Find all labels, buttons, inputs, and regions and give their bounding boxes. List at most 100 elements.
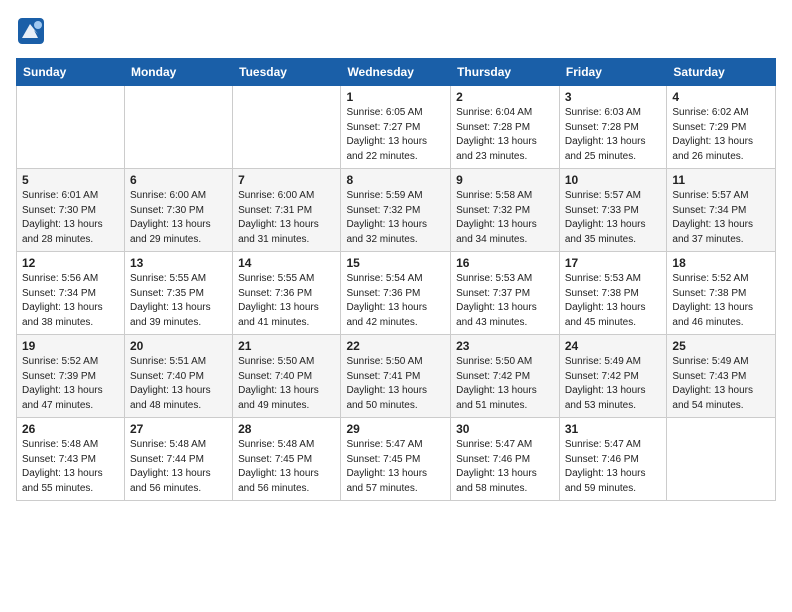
calendar-week-row: 12Sunrise: 5:56 AM Sunset: 7:34 PM Dayli… [17, 252, 776, 335]
day-of-week-header: Tuesday [233, 59, 341, 86]
calendar-day-cell: 25Sunrise: 5:49 AM Sunset: 7:43 PM Dayli… [667, 335, 776, 418]
day-number: 9 [456, 173, 554, 187]
day-of-week-header: Wednesday [341, 59, 451, 86]
calendar-day-cell: 22 Sunrise: 5:50 AM Sunset: 7:41 PM Dayli… [341, 335, 451, 418]
day-number: 26 [22, 422, 119, 436]
day-number: 18 [672, 256, 770, 270]
day-info: Sunrise: 5:55 AM Sunset: 7:36 PM Dayligh… [238, 272, 335, 330]
calendar-day-cell: 23 Sunrise: 5:50 AM Sunset: 7:42 PM Dayli… [451, 335, 560, 418]
calendar-day-cell: 19 Sunrise: 5:52 AM Sunset: 7:39 PM Dayli… [17, 335, 125, 418]
day-number: 8 [346, 173, 445, 187]
calendar-day-cell: 28 Sunrise: 5:48 AM Sunset: 7:45 PM Dayli… [233, 418, 341, 501]
day-info: Sunrise: 5:53 AM Sunset: 7:38 PM Dayligh… [565, 272, 662, 330]
calendar-day-cell: 12Sunrise: 5:56 AM Sunset: 7:34 PM Dayli… [17, 252, 125, 335]
calendar-day-cell: 5 Sunrise: 6:01 AM Sunset: 7:30 PM Daylig… [17, 169, 125, 252]
day-info: Sunrise: 5:48 AM Sunset: 7:44 PM Dayligh… [130, 438, 227, 496]
calendar-day-cell [17, 86, 125, 169]
calendar-day-cell [124, 86, 232, 169]
day-info: Sunrise: 6:05 AM Sunset: 7:27 PM Dayligh… [346, 106, 445, 164]
day-number: 13 [130, 256, 227, 270]
logo [16, 16, 50, 46]
calendar-day-cell: 2Sunrise: 6:04 AM Sunset: 7:28 PM Daylig… [451, 86, 560, 169]
day-info: Sunrise: 5:53 AM Sunset: 7:37 PM Dayligh… [456, 272, 554, 330]
calendar-week-row: 26 Sunrise: 5:48 AM Sunset: 7:43 PM Dayli… [17, 418, 776, 501]
calendar-day-cell: 29 Sunrise: 5:47 AM Sunset: 7:45 PM Dayli… [341, 418, 451, 501]
calendar-day-cell: 18 Sunrise: 5:52 AM Sunset: 7:38 PM Dayli… [667, 252, 776, 335]
day-info: Sunrise: 6:00 AM Sunset: 7:30 PM Dayligh… [130, 189, 227, 247]
day-info: Sunrise: 6:03 AM Sunset: 7:28 PM Dayligh… [565, 106, 662, 164]
calendar-day-cell [233, 86, 341, 169]
day-number: 5 [22, 173, 119, 187]
calendar-day-cell: 3 Sunrise: 6:03 AM Sunset: 7:28 PM Daylig… [559, 86, 667, 169]
day-of-week-header: Monday [124, 59, 232, 86]
day-number: 3 [565, 90, 662, 104]
day-info: Sunrise: 5:58 AM Sunset: 7:32 PM Dayligh… [456, 189, 554, 247]
calendar-day-cell: 11 Sunrise: 5:57 AM Sunset: 7:34 PM Dayli… [667, 169, 776, 252]
day-info: Sunrise: 5:59 AM Sunset: 7:32 PM Dayligh… [346, 189, 445, 247]
calendar-day-cell: 26 Sunrise: 5:48 AM Sunset: 7:43 PM Dayli… [17, 418, 125, 501]
day-number: 4 [672, 90, 770, 104]
page-header [16, 16, 776, 46]
day-number: 23 [456, 339, 554, 353]
calendar-day-cell: 8 Sunrise: 5:59 AM Sunset: 7:32 PM Daylig… [341, 169, 451, 252]
day-number: 14 [238, 256, 335, 270]
day-info: Sunrise: 5:47 AM Sunset: 7:46 PM Dayligh… [565, 438, 662, 496]
day-info: Sunrise: 5:48 AM Sunset: 7:43 PM Dayligh… [22, 438, 119, 496]
day-of-week-header: Friday [559, 59, 667, 86]
day-info: Sunrise: 5:52 AM Sunset: 7:38 PM Dayligh… [672, 272, 770, 330]
calendar-day-cell: 14 Sunrise: 5:55 AM Sunset: 7:36 PM Dayli… [233, 252, 341, 335]
day-info: Sunrise: 5:57 AM Sunset: 7:34 PM Dayligh… [672, 189, 770, 247]
calendar-day-cell: 31 Sunrise: 5:47 AM Sunset: 7:46 PM Dayli… [559, 418, 667, 501]
day-number: 27 [130, 422, 227, 436]
day-info: Sunrise: 5:47 AM Sunset: 7:46 PM Dayligh… [456, 438, 554, 496]
day-info: Sunrise: 5:49 AM Sunset: 7:43 PM Dayligh… [672, 355, 770, 413]
day-info: Sunrise: 6:00 AM Sunset: 7:31 PM Dayligh… [238, 189, 335, 247]
day-number: 15 [346, 256, 445, 270]
day-of-week-header: Saturday [667, 59, 776, 86]
calendar-day-cell: 13 Sunrise: 5:55 AM Sunset: 7:35 PM Dayli… [124, 252, 232, 335]
day-info: Sunrise: 5:55 AM Sunset: 7:35 PM Dayligh… [130, 272, 227, 330]
day-number: 16 [456, 256, 554, 270]
day-info: Sunrise: 6:04 AM Sunset: 7:28 PM Dayligh… [456, 106, 554, 164]
day-info: Sunrise: 5:49 AM Sunset: 7:42 PM Dayligh… [565, 355, 662, 413]
day-number: 1 [346, 90, 445, 104]
calendar-day-cell [667, 418, 776, 501]
day-of-week-header: Sunday [17, 59, 125, 86]
day-number: 7 [238, 173, 335, 187]
day-number: 31 [565, 422, 662, 436]
calendar-day-cell: 21 Sunrise: 5:50 AM Sunset: 7:40 PM Dayli… [233, 335, 341, 418]
calendar-day-cell: 24Sunrise: 5:49 AM Sunset: 7:42 PM Dayli… [559, 335, 667, 418]
calendar-day-cell: 4Sunrise: 6:02 AM Sunset: 7:29 PM Daylig… [667, 86, 776, 169]
calendar-day-cell: 16 Sunrise: 5:53 AM Sunset: 7:37 PM Dayli… [451, 252, 560, 335]
day-info: Sunrise: 6:01 AM Sunset: 7:30 PM Dayligh… [22, 189, 119, 247]
day-number: 20 [130, 339, 227, 353]
day-number: 6 [130, 173, 227, 187]
day-info: Sunrise: 5:50 AM Sunset: 7:41 PM Dayligh… [346, 355, 445, 413]
calendar-day-cell: 7 Sunrise: 6:00 AM Sunset: 7:31 PM Daylig… [233, 169, 341, 252]
calendar-day-cell: 20Sunrise: 5:51 AM Sunset: 7:40 PM Dayli… [124, 335, 232, 418]
day-number: 11 [672, 173, 770, 187]
day-number: 19 [22, 339, 119, 353]
calendar-week-row: 19 Sunrise: 5:52 AM Sunset: 7:39 PM Dayli… [17, 335, 776, 418]
day-info: Sunrise: 5:48 AM Sunset: 7:45 PM Dayligh… [238, 438, 335, 496]
day-info: Sunrise: 5:47 AM Sunset: 7:45 PM Dayligh… [346, 438, 445, 496]
calendar-day-cell: 17Sunrise: 5:53 AM Sunset: 7:38 PM Dayli… [559, 252, 667, 335]
day-info: Sunrise: 5:54 AM Sunset: 7:36 PM Dayligh… [346, 272, 445, 330]
day-info: Sunrise: 5:50 AM Sunset: 7:42 PM Dayligh… [456, 355, 554, 413]
calendar-day-cell: 27 Sunrise: 5:48 AM Sunset: 7:44 PM Dayli… [124, 418, 232, 501]
day-info: Sunrise: 5:52 AM Sunset: 7:39 PM Dayligh… [22, 355, 119, 413]
calendar-header-row: SundayMondayTuesdayWednesdayThursdayFrid… [17, 59, 776, 86]
day-number: 29 [346, 422, 445, 436]
day-number: 22 [346, 339, 445, 353]
day-of-week-header: Thursday [451, 59, 560, 86]
day-number: 28 [238, 422, 335, 436]
calendar-day-cell: 1 Sunrise: 6:05 AM Sunset: 7:27 PM Daylig… [341, 86, 451, 169]
calendar-day-cell: 6 Sunrise: 6:00 AM Sunset: 7:30 PM Daylig… [124, 169, 232, 252]
calendar-week-row: 5 Sunrise: 6:01 AM Sunset: 7:30 PM Daylig… [17, 169, 776, 252]
day-number: 10 [565, 173, 662, 187]
calendar-day-cell: 9 Sunrise: 5:58 AM Sunset: 7:32 PM Daylig… [451, 169, 560, 252]
day-number: 21 [238, 339, 335, 353]
calendar-day-cell: 30Sunrise: 5:47 AM Sunset: 7:46 PM Dayli… [451, 418, 560, 501]
day-info: Sunrise: 5:50 AM Sunset: 7:40 PM Dayligh… [238, 355, 335, 413]
calendar-table: SundayMondayTuesdayWednesdayThursdayFrid… [16, 58, 776, 501]
